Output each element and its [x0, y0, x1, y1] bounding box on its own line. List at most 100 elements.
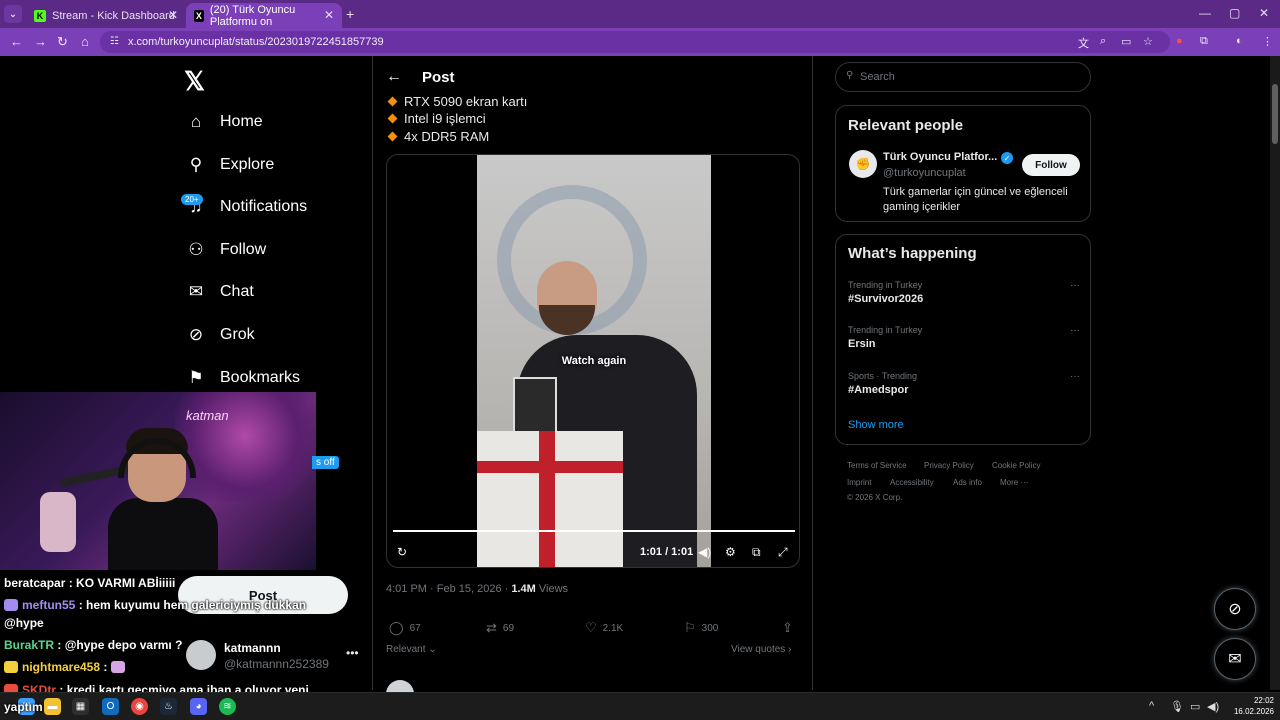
tab-close-icon[interactable]: ✕ — [324, 8, 334, 22]
speaker-icon[interactable]: ◀) — [1207, 700, 1219, 713]
video-progress-bar[interactable] — [393, 530, 795, 532]
outlook-icon[interactable]: O — [102, 698, 119, 715]
panel-title: What’s happening — [848, 245, 977, 262]
footer-link[interactable]: Imprint — [847, 478, 871, 487]
more-icon[interactable]: ••• — [346, 646, 359, 660]
extensions-icon[interactable]: ⧉ — [1200, 35, 1208, 48]
more-icon[interactable]: ··· — [1070, 325, 1080, 336]
share-button[interactable]: ⇪ — [782, 620, 799, 636]
footer-link[interactable]: Accessibility — [890, 478, 934, 487]
bookmark-star-icon[interactable]: ☆ — [1143, 35, 1153, 48]
chat-message: beratcapar : KO VARMI ABİiiiii — [4, 576, 175, 590]
settings-icon[interactable]: ⚙ — [725, 545, 736, 559]
repost-button[interactable]: ⇄ 69 — [486, 620, 514, 636]
extension-red-icon[interactable]: ● — [1176, 35, 1183, 47]
chrome-icon[interactable]: ◉ — [131, 698, 148, 715]
sidebar-item-explore[interactable]: ⚲ Explore — [186, 150, 274, 180]
chat-text: : hem kuyumu hem galericiymiş dükkan — [78, 598, 307, 612]
display-icon[interactable]: ▭ — [1190, 700, 1200, 713]
file-explorer-icon[interactable]: ▬ — [44, 698, 61, 715]
scrollbar-thumb[interactable] — [1272, 84, 1278, 144]
maximize-icon[interactable]: ▢ — [1229, 6, 1240, 20]
more-icon[interactable]: ··· — [1070, 371, 1080, 382]
reply-sort-dropdown[interactable]: Relevant ⌄ — [386, 644, 437, 655]
steam-icon[interactable]: ♨ — [160, 698, 177, 715]
footer-link[interactable]: Terms of Service — [847, 461, 907, 470]
show-more-link[interactable]: Show more — [848, 419, 904, 431]
back-icon[interactable]: ← — [10, 34, 23, 49]
reply-button[interactable]: ◯ 67 — [389, 620, 421, 636]
sidebar-item-follow[interactable]: ⚇ Follow — [186, 235, 266, 265]
reload-icon[interactable]: ↻ — [57, 34, 68, 50]
volume-icon[interactable]: ◀) — [698, 545, 711, 559]
sidebar-item-notifications[interactable]: ♫ Notifications — [186, 192, 308, 222]
fullscreen-icon[interactable]: ⤢ — [778, 545, 788, 560]
view-quotes-label: View quotes — [731, 644, 786, 655]
like-button[interactable]: ♡ 2.1K — [585, 620, 623, 636]
system-clock[interactable]: 22:02 16.02.2026 — [1222, 695, 1274, 717]
grok-icon: ⊘ — [1228, 601, 1242, 618]
trend-item[interactable]: Trending in Turkey Ersin ··· — [848, 325, 1080, 350]
new-tab-icon[interactable]: + — [346, 6, 354, 22]
chat-text: @hype — [4, 616, 44, 630]
account-switcher[interactable]: katmannn @katmannn252389 ••• — [186, 638, 366, 678]
store-icon[interactable]: ▦ — [72, 698, 89, 715]
sidebar-item-label: Grok — [220, 326, 255, 343]
video-controls: ↻ 1:01 / 1:01 ◀) ⚙ ⧉ ⤢ — [387, 541, 799, 565]
tab-kick-dashboard[interactable]: K Stream - Kick Dashboard ✕ — [26, 3, 186, 28]
search-input[interactable]: Search — [835, 62, 1091, 92]
window-close-icon[interactable]: ✕ — [1259, 6, 1269, 20]
footer-link[interactable]: Ads info — [953, 478, 982, 487]
tray-expand-icon[interactable]: ^ — [1149, 700, 1154, 712]
grok-float-button[interactable]: ⊘ — [1214, 588, 1256, 630]
profile-name[interactable]: Türk Oyuncu Platfor... — [883, 151, 997, 163]
spotify-icon[interactable]: ≋ — [219, 698, 236, 715]
sidebar-item-home[interactable]: ⌂ Home — [186, 107, 263, 137]
scrollbar[interactable] — [1270, 56, 1280, 690]
sidebar-item-chat[interactable]: ✉ Chat — [186, 277, 254, 307]
x-logo-icon[interactable]: 𝕏 — [184, 66, 205, 97]
translate-icon[interactable]: 文 — [1078, 35, 1089, 51]
messages-float-button[interactable]: ✉ — [1214, 638, 1256, 680]
video-player[interactable]: Watch again ↻ 1:01 / 1:01 ◀) ⚙ ⧉ ⤢ — [386, 154, 800, 568]
avatar[interactable]: ✊ — [849, 150, 877, 178]
cast-icon[interactable]: ▭ — [1121, 35, 1131, 48]
trend-item[interactable]: Sports · Trending #Amedspor ··· — [848, 371, 1080, 396]
site-info-icon[interactable]: ☷ — [110, 36, 119, 47]
home-browser-icon[interactable]: ⌂ — [81, 34, 89, 49]
address-bar[interactable]: ☷ x.com/turkoyuncuplat/status/2023019722… — [100, 31, 1170, 53]
sidebar-item-label: Home — [220, 113, 263, 130]
footer-link[interactable]: Privacy Policy — [924, 461, 974, 470]
view-quotes-link[interactable]: View quotes › — [731, 644, 791, 655]
minimize-icon[interactable]: — — [1199, 6, 1211, 20]
back-arrow-icon[interactable]: ← — [386, 68, 402, 86]
discord-icon[interactable]: ◕ — [190, 698, 207, 715]
forward-icon[interactable]: → — [34, 34, 47, 49]
footer-link[interactable]: Cookie Policy — [992, 461, 1040, 470]
replay-icon[interactable]: ↻ — [397, 545, 407, 559]
sidebar-item-bookmarks[interactable]: ⚑ Bookmarks — [186, 363, 300, 393]
tab-x-post[interactable]: X (20) Türk Oyuncu Platformu on ✕ — [186, 3, 342, 28]
microphone-icon[interactable]: 🎙 — [1170, 700, 1184, 713]
copyright: © 2026 X Corp. — [847, 493, 903, 502]
post-timestamp[interactable]: 4:01 PM · Feb 15, 2026 · — [386, 583, 511, 595]
tab-close-icon[interactable]: ✕ — [168, 8, 178, 22]
picture-in-picture-icon[interactable]: ⧉ — [752, 545, 761, 560]
figurine — [40, 492, 76, 552]
sidebar-item-grok[interactable]: ⊘ Grok — [186, 320, 255, 350]
tab-search-icon[interactable]: ⌄ — [4, 5, 22, 23]
profile-avatar-icon[interactable]: ◐ — [1236, 35, 1243, 47]
sidebar-item-label: Notifications — [220, 198, 308, 215]
trend-item[interactable]: Trending in Turkey #Survivor2026 ··· — [848, 280, 1080, 305]
sidebar-item-label: Chat — [220, 283, 254, 300]
orange-diamond-icon — [387, 131, 398, 142]
zoom-icon[interactable]: ⌕ — [1100, 35, 1106, 48]
footer-link[interactable]: More ··· — [1000, 478, 1028, 487]
bookmark-button[interactable]: ⚐ 300 — [684, 620, 718, 636]
post-text: Intel i9 işlemci — [404, 111, 486, 126]
more-icon[interactable]: ··· — [1070, 280, 1080, 291]
watch-again-button[interactable]: Watch again — [387, 355, 799, 367]
follow-button[interactable]: Follow — [1022, 154, 1080, 176]
browser-menu-icon[interactable]: ⋮ — [1262, 35, 1273, 48]
repost-icon: ⇄ — [486, 620, 497, 635]
